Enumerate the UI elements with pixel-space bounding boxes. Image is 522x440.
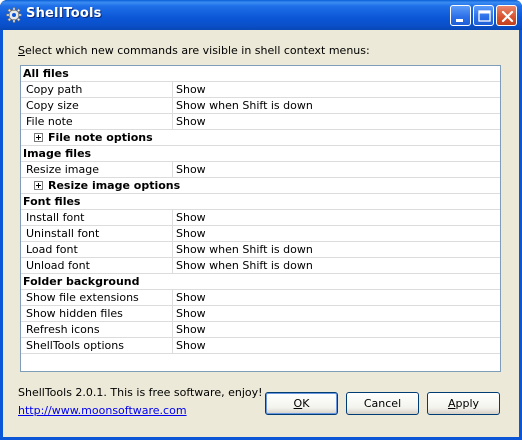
list-item[interactable]: Uninstall font Show [21,226,500,242]
list-item[interactable]: Unload font Show when Shift is down [21,258,500,274]
shelltools-window: ShellTools Select which new commands are… [0,0,522,440]
instruction-label: Select which new commands are visible in… [18,44,370,57]
window-frame: Select which new commands are visible in… [0,30,522,440]
file-note-options-node[interactable]: File note options [21,130,500,146]
group-header-all-files[interactable]: All files [21,66,500,82]
title-bar[interactable]: ShellTools [0,0,522,30]
expand-icon[interactable] [34,180,43,190]
maximize-icon [478,10,491,22]
apply-button[interactable]: Apply [427,392,500,415]
close-button[interactable] [496,5,517,26]
gear-icon[interactable] [6,7,22,23]
version-info: ShellTools 2.0.1. This is free software,… [18,386,263,399]
group-header-image-files[interactable]: Image files [21,146,500,162]
instruction-text: elect which new commands are visible in … [24,44,370,57]
commands-list[interactable]: All files Copy path Show Copy size Show wh… [20,65,501,372]
list-item[interactable]: Show hidden files Show [21,306,500,322]
dialog-client: Select which new commands are visible in… [3,30,519,437]
website-link[interactable]: http://www.moonsoftware.com [18,404,187,417]
list-item[interactable]: File note Show [21,114,500,130]
list-item[interactable]: Install font Show [21,210,500,226]
close-icon [501,10,514,23]
cancel-button[interactable]: Cancel [346,392,419,415]
list-item[interactable]: Copy size Show when Shift is down [21,98,500,114]
window-title: ShellTools [26,6,102,21]
list-item[interactable]: Copy path Show [21,82,500,98]
minimize-icon [456,19,463,22]
list-item[interactable]: ShellTools options Show [21,338,500,354]
group-header-folder-background[interactable]: Folder background [21,274,500,290]
instruction-accel: S [18,44,25,57]
list-item[interactable]: Load font Show when Shift is down [21,242,500,258]
resize-image-options-node[interactable]: Resize image options [21,178,500,194]
ok-button[interactable]: OK [265,392,338,415]
maximize-button[interactable] [473,5,494,26]
minimize-button[interactable] [450,5,471,26]
list-item[interactable]: Resize image Show [21,162,500,178]
list-item[interactable]: Show file extensions Show [21,290,500,306]
group-header-font-files[interactable]: Font files [21,194,500,210]
expand-icon[interactable] [34,132,43,142]
list-item[interactable]: Refresh icons Show [21,322,500,338]
